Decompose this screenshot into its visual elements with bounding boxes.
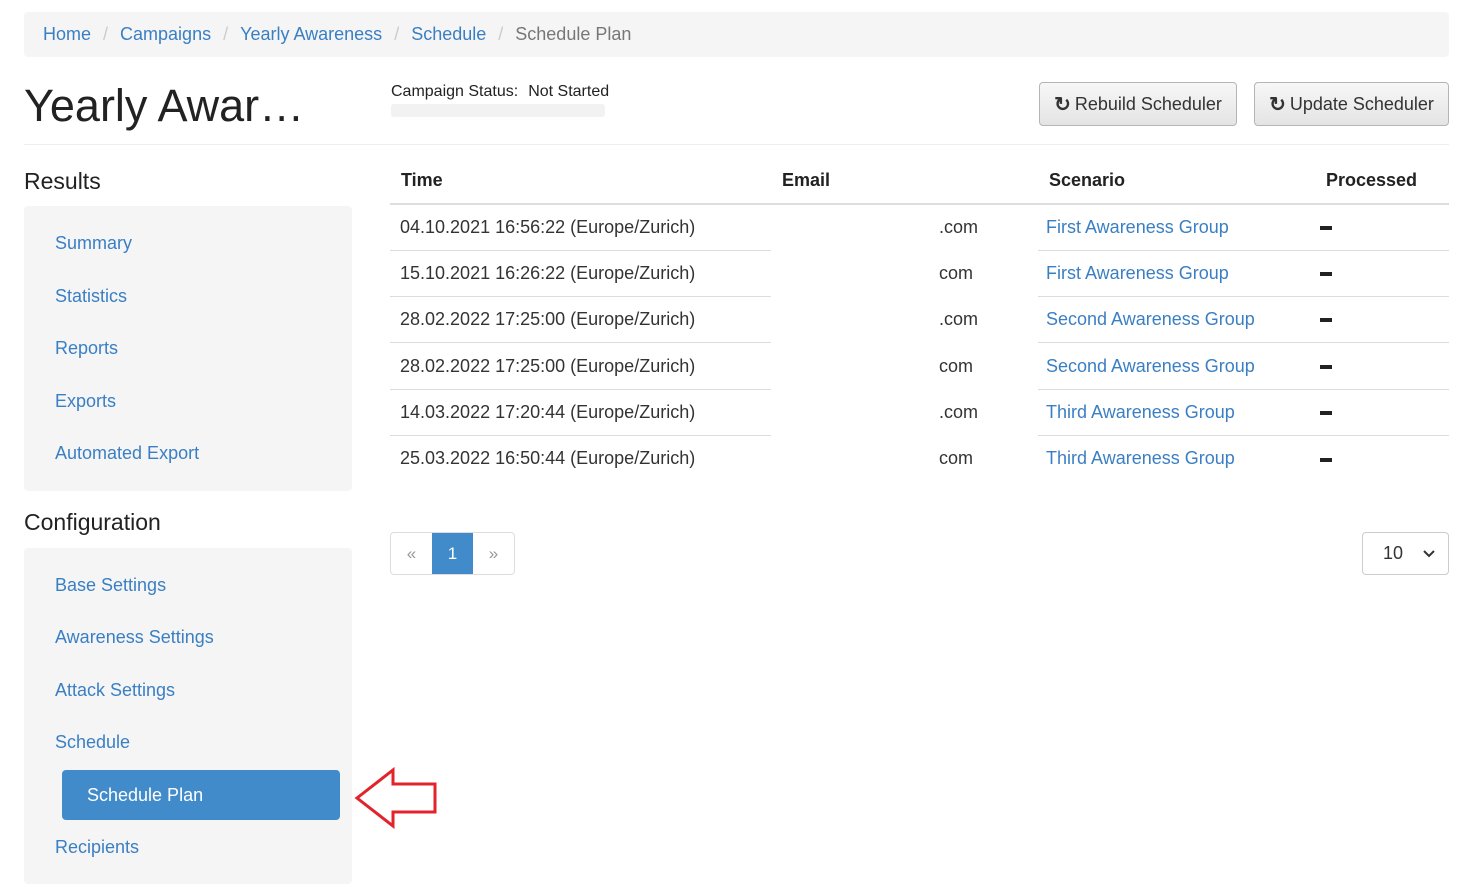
table-row: 25.03.2022 16:50:44 (Europe/Zurich) com … (390, 434, 1449, 482)
rebuild-scheduler-button[interactable]: ↻ Rebuild Scheduler (1039, 82, 1237, 126)
table-header-row: Time Email Scenario Processed (390, 158, 1449, 205)
dash-icon (1320, 226, 1332, 231)
results-panel: Summary Statistics Reports Exports Autom… (24, 206, 352, 491)
sidebar-item-awareness-settings[interactable]: Awareness Settings (55, 627, 214, 648)
configuration-title: Configuration (24, 509, 161, 535)
breadcrumb-separator: / (103, 24, 109, 44)
divider (24, 144, 1449, 145)
cell-time: 15.10.2021 16:26:22 (Europe/Zurich) (390, 249, 771, 297)
cell-time: 28.02.2022 17:25:00 (Europe/Zurich) (390, 296, 771, 343)
cell-email: .com (939, 401, 979, 422)
pagination-next[interactable]: » (473, 533, 514, 574)
dash-icon (1320, 272, 1332, 277)
table-row: 14.03.2022 17:20:44 (Europe/Zurich) .com… (390, 388, 1449, 436)
breadcrumb-schedule[interactable]: Schedule (411, 24, 486, 45)
chevron-down-icon (1423, 550, 1435, 558)
cell-processed (1315, 296, 1449, 343)
table-row: 28.02.2022 17:25:00 (Europe/Zurich) com … (390, 342, 1449, 390)
pagination-prev[interactable]: « (391, 533, 432, 574)
cell-processed (1315, 434, 1449, 482)
dash-icon (1320, 318, 1332, 323)
campaign-status: Campaign Status: Not Started (391, 83, 609, 101)
page-size-select[interactable]: 10 (1362, 532, 1449, 575)
cell-time: 14.03.2022 17:20:44 (Europe/Zurich) (390, 388, 771, 436)
table-row: 04.10.2021 16:56:22 (Europe/Zurich) .com… (390, 203, 1449, 251)
schedule-table: Time Email Scenario Processed 04.10.2021… (390, 158, 1449, 482)
dash-icon (1320, 364, 1332, 369)
cell-email: .com (939, 309, 979, 330)
column-header-email[interactable]: Email (771, 158, 1038, 205)
sidebar-item-schedule[interactable]: Schedule (55, 732, 130, 753)
breadcrumb-home[interactable]: Home (43, 24, 91, 45)
table-row: 28.02.2022 17:25:00 (Europe/Zurich) .com… (390, 296, 1449, 343)
cell-processed (1315, 388, 1449, 436)
breadcrumb-separator: / (223, 24, 229, 44)
cell-processed (1315, 249, 1449, 297)
campaign-status-bar (391, 104, 605, 117)
cell-time: 04.10.2021 16:56:22 (Europe/Zurich) (390, 203, 771, 251)
breadcrumb-separator: / (498, 24, 504, 44)
refresh-icon: ↻ (1054, 93, 1071, 116)
breadcrumb-current: Schedule Plan (515, 24, 632, 44)
breadcrumb-yearly-awareness[interactable]: Yearly Awareness (240, 24, 382, 45)
breadcrumb-campaigns[interactable]: Campaigns (120, 24, 211, 45)
cell-scenario-link[interactable]: Second Awareness Group (1038, 342, 1315, 390)
page-size-value: 10 (1383, 543, 1404, 563)
sidebar-item-summary[interactable]: Summary (55, 233, 132, 254)
sidebar-item-base-settings[interactable]: Base Settings (55, 575, 166, 596)
sidebar-item-attack-settings[interactable]: Attack Settings (55, 680, 175, 701)
cell-email: com (939, 448, 974, 469)
dash-icon (1320, 457, 1332, 462)
cell-scenario-link[interactable]: First Awareness Group (1038, 249, 1315, 297)
update-scheduler-label: Update Scheduler (1289, 93, 1434, 114)
column-header-time[interactable]: Time (390, 158, 771, 205)
red-arrow-left-icon (354, 767, 437, 829)
cell-email: .com (939, 217, 979, 238)
sidebar-item-exports[interactable]: Exports (55, 391, 116, 412)
cell-processed (1315, 342, 1449, 390)
refresh-icon: ↻ (1269, 93, 1286, 116)
results-title: Results (24, 168, 101, 194)
pagination: « 1 » (390, 532, 515, 575)
cell-time: 25.03.2022 16:50:44 (Europe/Zurich) (390, 434, 771, 482)
campaign-status-label: Campaign Status: (391, 83, 519, 100)
column-header-processed[interactable]: Processed (1315, 158, 1449, 205)
sidebar-item-statistics[interactable]: Statistics (55, 286, 127, 307)
cell-email: com (939, 355, 974, 376)
sidebar-item-automated-export[interactable]: Automated Export (55, 443, 199, 464)
campaign-status-value: Not Started (528, 83, 610, 100)
column-header-scenario[interactable]: Scenario (1038, 158, 1315, 205)
dash-icon (1320, 411, 1332, 416)
cell-scenario-link[interactable]: Second Awareness Group (1038, 296, 1315, 343)
cell-scenario-link[interactable]: First Awareness Group (1038, 203, 1315, 251)
update-scheduler-button[interactable]: ↻ Update Scheduler (1254, 82, 1449, 126)
sidebar-item-recipients[interactable]: Recipients (55, 837, 139, 858)
breadcrumb: Home / Campaigns / Yearly Awareness / Sc… (24, 12, 1449, 57)
rebuild-scheduler-label: Rebuild Scheduler (1074, 93, 1222, 114)
table-row: 15.10.2021 16:26:22 (Europe/Zurich) com … (390, 249, 1449, 297)
cell-processed (1315, 203, 1449, 251)
cell-scenario-link[interactable]: Third Awareness Group (1038, 434, 1315, 482)
cell-scenario-link[interactable]: Third Awareness Group (1038, 388, 1315, 436)
sidebar-item-schedule-plan[interactable]: Schedule Plan (62, 770, 340, 820)
cell-time: 28.02.2022 17:25:00 (Europe/Zurich) (390, 342, 771, 390)
pagination-page-1[interactable]: 1 (432, 533, 473, 574)
cell-email: com (939, 262, 974, 283)
breadcrumb-separator: / (394, 24, 400, 44)
configuration-panel: Base Settings Awareness Settings Attack … (24, 548, 352, 884)
sidebar-item-reports[interactable]: Reports (55, 338, 118, 359)
page-title: Yearly Awar… (24, 80, 305, 131)
